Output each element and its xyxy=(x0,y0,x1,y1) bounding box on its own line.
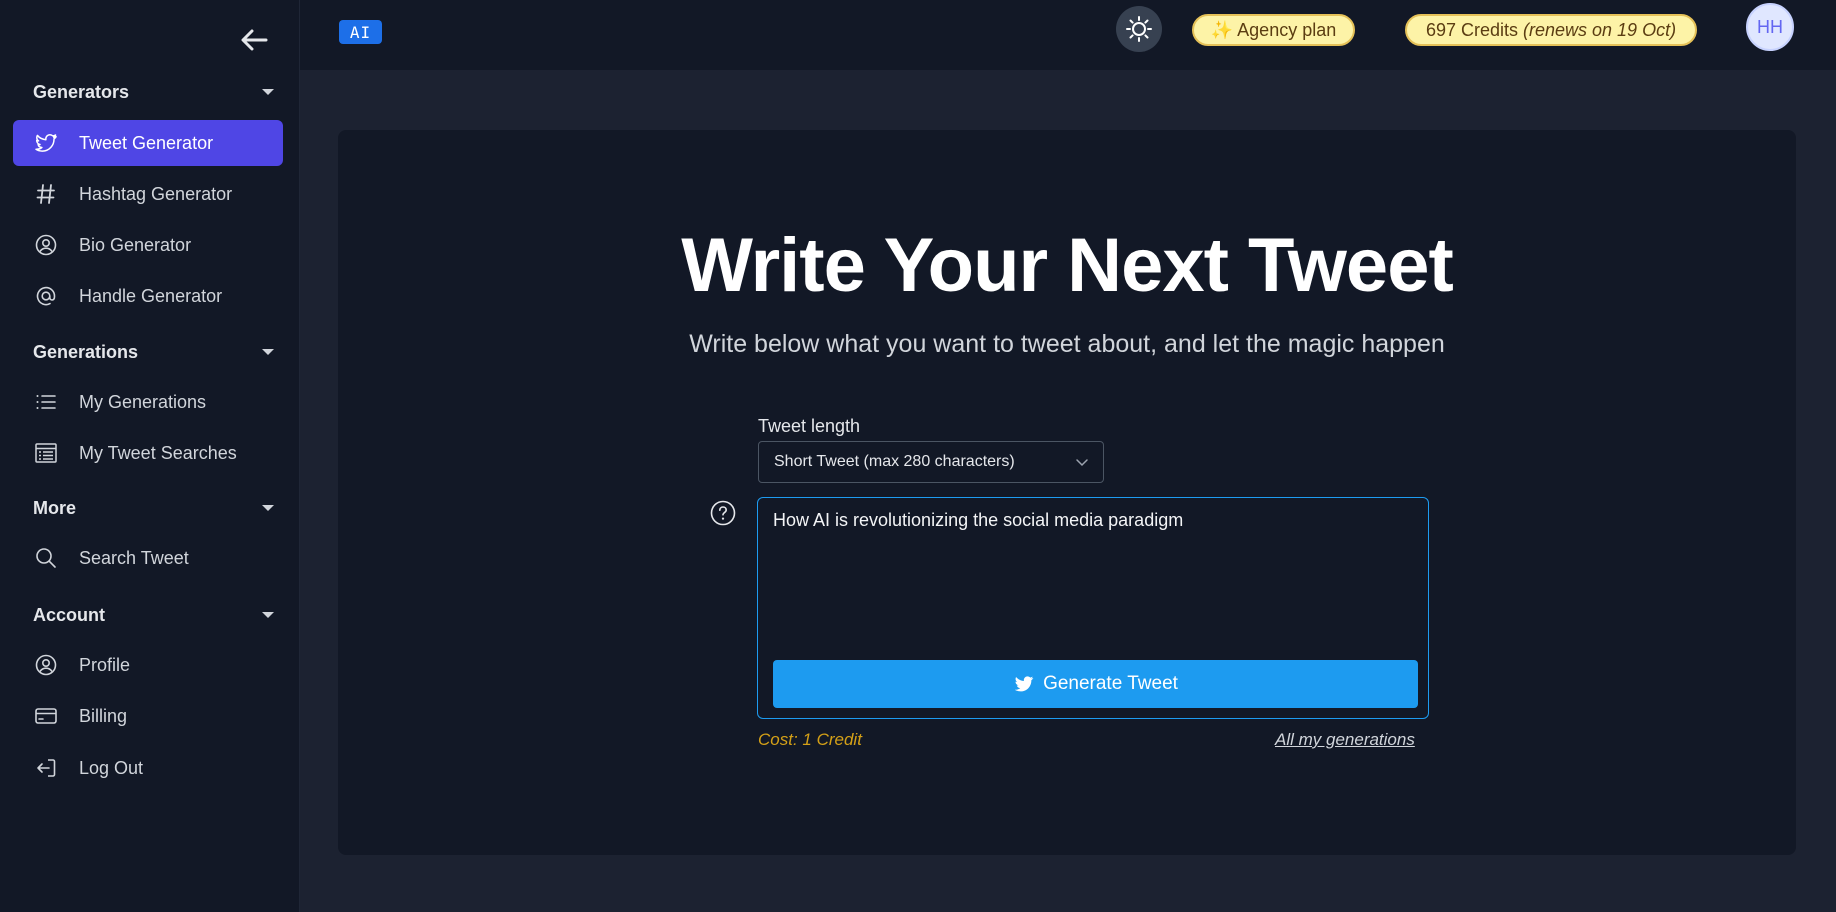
section-title: Generations xyxy=(33,341,139,362)
page-title: Write Your Next Tweet xyxy=(681,223,1454,308)
sidebar-item-billing[interactable]: Billing xyxy=(13,693,283,739)
sidebar-item-label: Tweet Generator xyxy=(79,132,214,153)
back-arrow-icon[interactable] xyxy=(238,26,270,54)
tweet-length-label: Tweet length xyxy=(758,416,861,436)
sidebar-item-bio-generator[interactable]: Bio Generator xyxy=(13,222,283,268)
list-icon xyxy=(33,389,59,415)
user-circle-icon xyxy=(33,232,59,258)
chevron-down-icon xyxy=(1076,459,1088,467)
section-header-more[interactable]: More xyxy=(33,496,278,520)
sidebar-item-label: Hashtag Generator xyxy=(79,183,233,204)
cost-label: Cost: 1 Credit xyxy=(758,730,862,749)
sidebar-item-label: Handle Generator xyxy=(79,285,223,306)
sidebar-item-profile[interactable]: Profile xyxy=(13,642,283,688)
user-circle-icon xyxy=(33,652,59,678)
credits-badge[interactable]: 697 Credits (renews on 19 Oct) xyxy=(1405,14,1697,46)
sidebar-item-my-generations[interactable]: My Generations xyxy=(13,379,283,425)
at-sign-icon xyxy=(33,283,59,309)
section-header-generators[interactable]: Generators xyxy=(33,80,278,104)
table-list-icon xyxy=(33,440,59,466)
tweet-topic-input[interactable] xyxy=(773,510,1413,640)
sun-icon xyxy=(1126,16,1152,42)
tweet-compose-box: Generate Tweet xyxy=(757,497,1429,719)
caret-down-icon xyxy=(262,505,274,511)
logout-icon xyxy=(33,755,59,781)
page-subtitle: Write below what you want to tweet about… xyxy=(689,330,1445,358)
help-icon[interactable] xyxy=(710,500,736,526)
sidebar-item-handle-generator[interactable]: Handle Generator xyxy=(13,273,283,319)
section-header-generations[interactable]: Generations xyxy=(33,340,278,364)
tweet-length-select[interactable]: Short Tweet (max 280 characters) xyxy=(758,441,1104,483)
credit-card-icon xyxy=(33,703,59,729)
sidebar-item-hashtag-generator[interactable]: Hashtag Generator xyxy=(13,171,283,217)
sidebar-item-log-out[interactable]: Log Out xyxy=(13,745,283,791)
sidebar-item-tweet-generator[interactable]: Tweet Generator xyxy=(13,120,283,166)
sidebar: Generators Tweet Generator Hashtag Gener… xyxy=(0,0,300,912)
sidebar-item-label: Billing xyxy=(79,705,128,726)
generate-tweet-button[interactable]: Generate Tweet xyxy=(773,660,1418,708)
sidebar-item-search-tweet[interactable]: Search Tweet xyxy=(13,535,283,581)
credits-count: 697 Credits xyxy=(1425,19,1518,40)
section-title: More xyxy=(33,497,77,518)
all-generations-link[interactable]: All my generations xyxy=(1275,730,1415,750)
section-header-account[interactable]: Account xyxy=(33,603,278,627)
sidebar-item-label: Bio Generator xyxy=(79,234,192,255)
section-title: Generators xyxy=(33,81,130,102)
ai-logo[interactable]: AI xyxy=(339,20,382,44)
generate-button-label: Generate Tweet xyxy=(1043,673,1178,694)
sidebar-item-label: My Tweet Searches xyxy=(79,442,237,463)
avatar[interactable]: HH xyxy=(1746,3,1794,51)
plan-badge[interactable]: ✨ Agency plan xyxy=(1192,14,1355,46)
caret-down-icon xyxy=(262,349,274,355)
sidebar-item-label: Search Tweet xyxy=(79,547,189,568)
section-title: Account xyxy=(33,604,105,625)
caret-down-icon xyxy=(262,612,274,618)
caret-down-icon xyxy=(262,89,274,95)
sidebar-item-my-tweet-searches[interactable]: My Tweet Searches xyxy=(13,430,283,476)
search-icon xyxy=(33,545,59,571)
sidebar-item-label: Profile xyxy=(79,654,131,675)
twitter-bird-icon xyxy=(1014,676,1034,692)
credits-renew-date: (renews on 19 Oct) xyxy=(1523,19,1677,40)
hashtag-icon xyxy=(33,181,59,207)
sidebar-item-label: My Generations xyxy=(79,391,207,412)
tweet-length-selected: Short Tweet (max 280 characters) xyxy=(774,453,1015,470)
theme-toggle-button[interactable] xyxy=(1116,6,1162,52)
twitter-bird-icon xyxy=(33,130,59,156)
sidebar-item-label: Log Out xyxy=(79,757,144,778)
